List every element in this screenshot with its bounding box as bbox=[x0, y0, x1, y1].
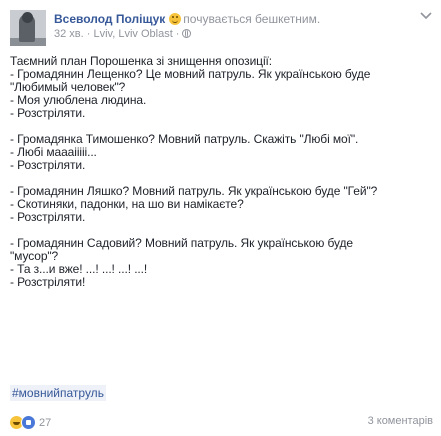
post-body: Таємний план Порошенка зі знищення опози… bbox=[10, 55, 435, 289]
post-text-line: - Громадянин Садовий? Мовний патруль. Як… bbox=[10, 236, 353, 250]
like-icon bbox=[21, 415, 36, 430]
feeling-text: почувається бешкетним. bbox=[183, 12, 321, 26]
facebook-post: Всеволод Поліщук почувається бешкетним. 3… bbox=[0, 0, 441, 436]
post-time[interactable]: 32 хв. bbox=[54, 28, 84, 40]
post-text-line: - Розстріляти. bbox=[10, 106, 86, 120]
post-text-line: - Розстріляти. bbox=[10, 158, 86, 172]
reaction-count: 27 bbox=[39, 416, 52, 429]
hashtag-link[interactable]: #мовнийпатруль bbox=[10, 385, 106, 401]
post-header: Всеволод Поліщук почувається бешкетним. 3… bbox=[10, 10, 320, 46]
author-name[interactable]: Всеволод Поліщук bbox=[54, 12, 165, 26]
post-location[interactable]: · Lviv, Lviv Oblast · bbox=[87, 28, 180, 40]
feeling-emoji-icon bbox=[169, 13, 182, 25]
comments-count-link[interactable]: 3 коментарів bbox=[368, 415, 433, 427]
avatar[interactable] bbox=[10, 10, 46, 46]
post-footer: 27 3 коментарів bbox=[10, 414, 433, 430]
avatar-head bbox=[22, 12, 33, 23]
post-text-line: - Розстріляти. bbox=[10, 210, 86, 224]
post-text-line: - Розстріляти! bbox=[10, 275, 86, 289]
globe-icon bbox=[182, 29, 192, 38]
post-meta: Всеволод Поліщук почувається бешкетним. 3… bbox=[54, 10, 320, 46]
post-options-chevron-down-icon[interactable] bbox=[420, 12, 432, 20]
reactions-summary[interactable]: 27 bbox=[10, 415, 51, 430]
